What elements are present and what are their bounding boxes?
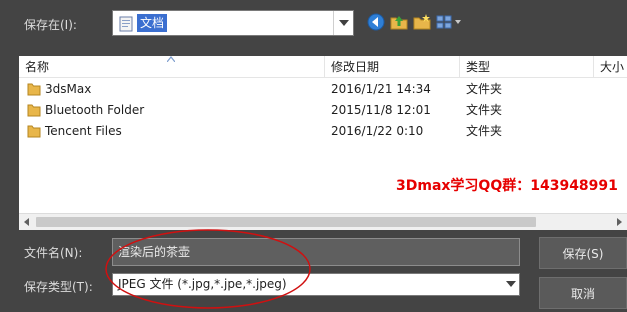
file-list-header: 名称 修改日期 类型 大小 — [19, 56, 627, 78]
new-folder-icon[interactable] — [412, 12, 432, 32]
column-header-type[interactable]: 类型 — [460, 56, 594, 78]
file-list[interactable]: 名称 修改日期 类型 大小 3dsMax 2016/1/21 14:34 文件夹… — [19, 56, 627, 230]
filetype-value: JPEG 文件 (*.jpg,*.jpe,*.jpeg) — [118, 277, 287, 291]
file-name: 3dsMax — [45, 82, 92, 96]
file-name: Tencent Files — [45, 124, 122, 138]
scrollbar-thumb[interactable] — [36, 217, 536, 227]
filetype-select[interactable]: JPEG 文件 (*.jpg,*.jpe,*.jpeg) — [112, 273, 520, 296]
column-header-size[interactable]: 大小 — [594, 56, 627, 78]
file-modified: 2016/1/22 0:10 — [331, 124, 424, 138]
horizontal-scrollbar[interactable] — [19, 213, 627, 230]
filename-input[interactable]: 渲染后的茶壶 — [112, 238, 520, 266]
view-menu-icon[interactable] — [435, 12, 463, 32]
file-type: 文件夹 — [466, 103, 503, 117]
save-in-label: 保存在(I): — [24, 18, 77, 32]
documents-folder-icon — [119, 16, 133, 32]
save-in-value: 文档 — [137, 14, 168, 32]
folder-icon — [27, 125, 41, 138]
file-modified: 2016/1/21 14:34 — [331, 82, 431, 96]
column-header-modified[interactable]: 修改日期 — [325, 56, 460, 78]
sort-ascending-icon — [167, 56, 175, 62]
folder-icon — [27, 83, 41, 96]
save-in-combobox[interactable]: 文档 — [112, 10, 354, 36]
file-row[interactable]: 3dsMax 2016/1/21 14:34 文件夹 — [19, 79, 627, 100]
file-row[interactable]: Bluetooth Folder 2015/11/8 12:01 文件夹 — [19, 100, 627, 121]
file-type: 文件夹 — [466, 82, 503, 96]
watermark-text: 3Dmax学习QQ群：143948991 — [396, 178, 618, 194]
back-arrow-icon[interactable] — [366, 12, 386, 32]
file-type: 文件夹 — [466, 124, 503, 138]
filetype-label: 保存类型(T): — [24, 280, 93, 294]
up-folder-icon[interactable] — [389, 12, 409, 32]
cancel-button[interactable]: 取消 — [539, 277, 627, 309]
folder-icon — [27, 104, 41, 117]
chevron-down-icon[interactable] — [333, 11, 353, 35]
scroll-right-icon[interactable] — [617, 218, 622, 226]
filename-label: 文件名(N): — [24, 246, 83, 260]
chevron-down-icon[interactable] — [506, 281, 516, 287]
file-modified: 2015/11/8 12:01 — [331, 103, 431, 117]
file-row[interactable]: Tencent Files 2016/1/22 0:10 文件夹 — [19, 121, 627, 142]
scroll-left-icon[interactable] — [24, 218, 29, 226]
file-name: Bluetooth Folder — [45, 103, 145, 117]
save-button[interactable]: 保存(S) — [539, 237, 627, 269]
